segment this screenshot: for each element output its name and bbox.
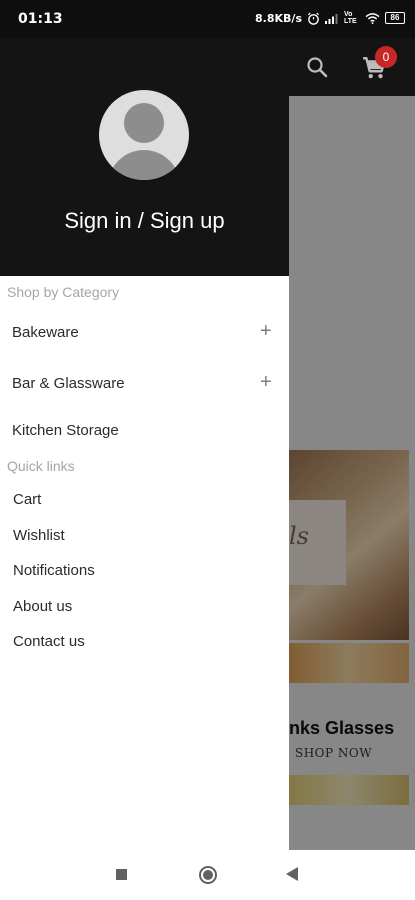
signal-icon [325, 13, 338, 24]
avatar-head [124, 103, 164, 143]
drawer-header: Sign in / Sign up [0, 38, 289, 276]
quick-link-notifications[interactable]: Notifications [13, 562, 95, 579]
quick-link-about-us[interactable]: About us [13, 598, 72, 615]
quick-links-heading: Quick links [7, 458, 75, 474]
status-time: 01:13 [18, 11, 63, 27]
avatar-body [108, 150, 180, 180]
recents-square-icon[interactable] [116, 869, 127, 880]
expand-bar-glassware-icon[interactable]: + [260, 371, 272, 394]
shop-by-category-heading: Shop by Category [7, 284, 120, 300]
expand-bakeware-icon[interactable]: + [260, 320, 272, 343]
navigation-drawer: Sign in / Sign up Shop by Category Bakew… [0, 38, 289, 850]
back-triangle-icon[interactable] [286, 867, 298, 881]
user-avatar-icon[interactable] [99, 90, 189, 180]
quick-link-contact-us[interactable]: Contact us [13, 633, 85, 650]
search-icon[interactable] [305, 55, 329, 79]
alarm-icon [307, 12, 320, 25]
quick-link-wishlist[interactable]: Wishlist [13, 527, 65, 544]
sign-in-link[interactable]: Sign in / Sign up [0, 208, 289, 234]
volte-label: Vo LTE [344, 11, 357, 25]
quick-link-cart[interactable]: Cart [13, 491, 41, 508]
status-bar: 01:13 8.8KB/s Vo LTE 86 [0, 0, 415, 38]
status-indicators: 8.8KB/s Vo LTE 86 [255, 11, 405, 25]
network-speed: 8.8KB/s [255, 11, 302, 25]
battery-indicator: 86 [385, 12, 405, 24]
wifi-icon [365, 12, 380, 24]
category-bar-glassware[interactable]: Bar & Glassware [12, 375, 125, 392]
category-kitchen-storage[interactable]: Kitchen Storage [12, 422, 119, 439]
home-circle-icon[interactable] [199, 866, 217, 884]
cart-count-badge: 0 [375, 46, 397, 68]
category-bakeware[interactable]: Bakeware [12, 324, 79, 341]
